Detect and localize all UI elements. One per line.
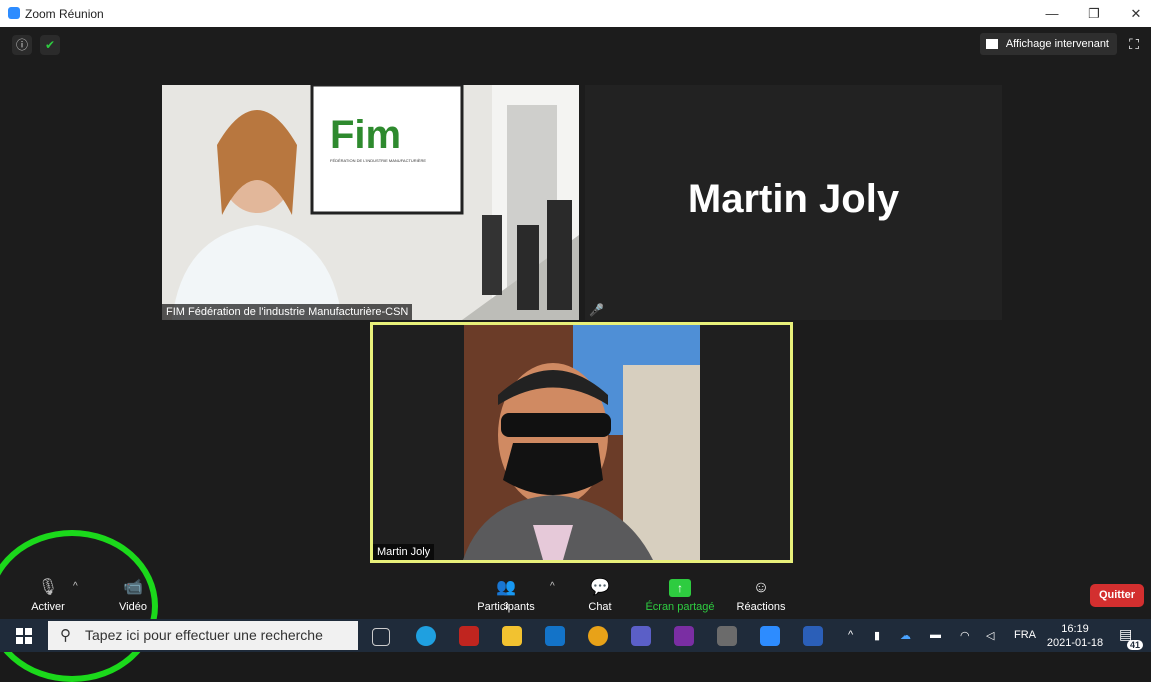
file-explorer-icon[interactable] [502, 626, 522, 646]
participants-button[interactable]: 👥3 Participants [472, 571, 540, 619]
participant-display-name: Martin Joly [687, 177, 900, 221]
share-screen-button[interactable]: ↑ Écran partagé [642, 571, 718, 619]
teams-icon[interactable] [631, 626, 651, 646]
language-indicator[interactable]: FRA [1014, 629, 1036, 641]
chat-icon: 💬 [590, 579, 610, 596]
video-tile-active-speaker[interactable]: Martin Joly [370, 322, 793, 563]
clock-date: 2021-01-18 [1046, 637, 1104, 649]
window-titlebar: Zoom Réunion — ❐ ✕ [0, 0, 1151, 27]
task-view-icon[interactable] [372, 628, 390, 646]
show-hidden-icons-chevron[interactable]: ^ [848, 629, 853, 641]
grid-icon [986, 39, 999, 50]
mute-label: Activer [31, 601, 65, 613]
participants-icon: 👥3 [496, 579, 516, 611]
audio-options-caret[interactable]: ^ [73, 581, 78, 592]
search-icon: ⚲ [60, 627, 71, 644]
taskbar-clock[interactable]: 16:19 2021-01-18 [1042, 622, 1108, 650]
video-off-icon: 📹 [123, 579, 143, 596]
muted-microphone-icon: 🎙 [37, 579, 59, 596]
outlook-icon[interactable] [545, 626, 565, 646]
volume-icon[interactable]: ◁ [986, 629, 994, 642]
meeting-toolbar: 🎙 Activer ^ 📹 Vidéo 👥3 Participants ^ 💬 … [0, 571, 1151, 619]
fim-logo-text: Fim [330, 113, 402, 157]
participant-name-fim: FIM Fédération de l'industrie Manufactur… [162, 304, 413, 320]
minimize-button[interactable]: — [1037, 4, 1067, 24]
reactions-button[interactable]: ☺ Réactions [734, 571, 788, 619]
chat-label: Chat [588, 601, 612, 613]
mute-button[interactable]: 🎙 Activer [24, 571, 72, 619]
windows-taskbar: ⚲ Tapez ici pour effectuer une recherche… [0, 619, 1151, 652]
zoom-app-icon [8, 7, 20, 19]
taskbar-search-box[interactable]: ⚲ Tapez ici pour effectuer une recherche [48, 621, 358, 650]
wifi-icon[interactable]: ◠ [960, 629, 970, 642]
word-icon[interactable] [803, 626, 823, 646]
fullscreen-icon[interactable]: ⛶ [1125, 35, 1143, 53]
battery-icon[interactable]: ▬ [930, 629, 941, 641]
close-button[interactable]: ✕ [1121, 4, 1151, 24]
share-screen-label: Écran partagé [645, 601, 715, 613]
onedrive-icon[interactable]: ☁ [900, 629, 911, 642]
fim-logo-subtitle: FÉDÉRATION DE L'INDUSTRIE MANUFACTURIÈRE [330, 158, 427, 163]
video-tile-fim[interactable]: Fim FÉDÉRATION DE L'INDUSTRIE MANUFACTUR… [162, 85, 579, 320]
security-shield-icon[interactable]: ✔ [40, 35, 60, 55]
self-video-feed [373, 325, 790, 560]
usb-icon[interactable]: ▮ [874, 629, 880, 642]
video-button[interactable]: 📹 Vidéo [110, 571, 156, 619]
notification-center-icon[interactable]: ▤ 41 [1119, 626, 1143, 650]
share-screen-icon: ↑ [669, 579, 691, 597]
search-placeholder: Tapez ici pour effectuer une recherche [85, 627, 323, 643]
calculator-icon[interactable] [717, 626, 737, 646]
participants-options-caret[interactable]: ^ [550, 581, 555, 592]
speaker-view-button[interactable]: Affichage intervenant [980, 33, 1117, 55]
quit-meeting-button[interactable]: Quitter [1090, 584, 1144, 607]
onenote-icon[interactable] [674, 626, 694, 646]
participant-name-self: Martin Joly [373, 544, 435, 560]
speaker-view-label: Affichage intervenant [1005, 38, 1109, 50]
window-title: Zoom Réunion [25, 7, 104, 21]
reactions-icon: ☺ [752, 579, 770, 596]
info-icon[interactable]: ⓘ [12, 35, 32, 55]
participants-label: Participants [477, 601, 535, 613]
chat-button[interactable]: 💬 Chat [584, 571, 616, 619]
video-tile-martin-joly[interactable]: Martin Joly 🎤 [585, 85, 1002, 320]
clock-time: 16:19 [1061, 623, 1089, 635]
zoom-taskbar-icon[interactable] [760, 626, 780, 646]
muted-mic-icon: 🎤 [589, 303, 604, 317]
restore-button[interactable]: ❐ [1079, 4, 1109, 24]
meeting-stage: ⓘ ✔ Affichage intervenant ⛶ Fim FÉDÉRATI… [0, 27, 1151, 619]
notification-count: 41 [1126, 640, 1143, 650]
edge-icon[interactable] [416, 626, 436, 646]
reactions-label: Réactions [736, 601, 786, 613]
acrobat-icon[interactable] [459, 626, 479, 646]
video-label: Vidéo [119, 601, 147, 613]
chrome-icon[interactable] [588, 626, 608, 646]
windows-start-icon[interactable] [16, 628, 32, 644]
